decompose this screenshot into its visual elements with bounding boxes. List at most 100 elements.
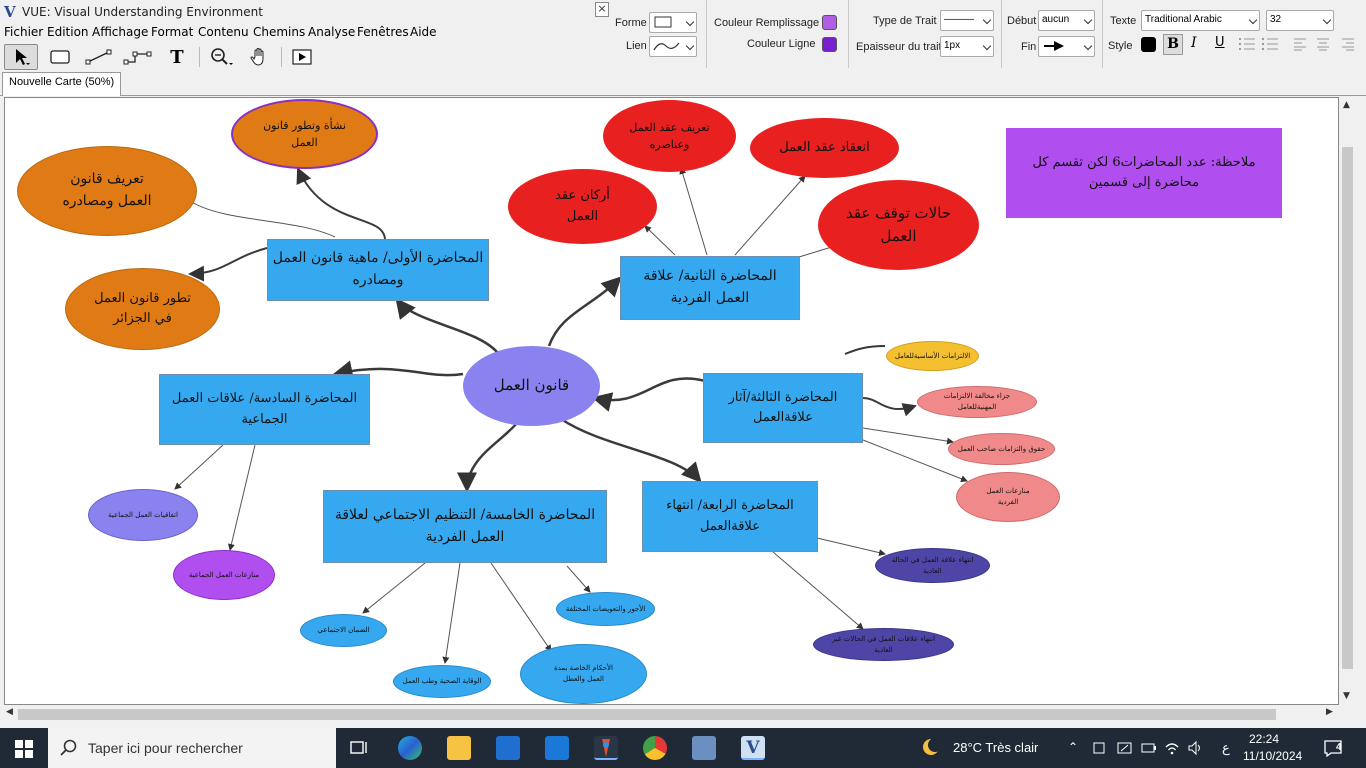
presentation-play-button[interactable] (285, 44, 319, 70)
l6-agreements-node[interactable]: اتفاقيات العمل الجماعية (88, 489, 198, 541)
lien-combo[interactable] (649, 36, 697, 57)
text-tool-button[interactable]: T (160, 44, 194, 70)
pinned-app-icon[interactable] (594, 736, 618, 760)
map-canvas[interactable]: قانون العمل ملاحظة: عدد المحاضرات6 لكن ت… (4, 97, 1339, 705)
rectangle-icon (50, 50, 70, 64)
pan-tool-button[interactable] (242, 44, 276, 70)
chrome-browser-icon[interactable] (643, 736, 667, 760)
lecture-2-node[interactable]: المحاضرة الثانية/ علاقة العمل الفردية (620, 256, 800, 320)
l5-health-node[interactable]: الوقاية الصحية وطب العمل (393, 665, 491, 698)
l2-definition-node[interactable]: تعريف عقد العمل وعناصره (603, 100, 736, 172)
scroll-up-icon[interactable]: ▲ (1343, 100, 1350, 110)
lecture-1-node[interactable]: المحاضرة الأولى/ ماهية قانون العمل ومصاد… (267, 239, 489, 301)
l2-pillars-node[interactable]: أركان عقد العمل (508, 169, 657, 244)
l5-working-hours-node[interactable]: الأحكام الخاصة بمدة العمل والعطل (520, 644, 647, 704)
wifi-icon[interactable] (1164, 740, 1180, 756)
battery-icon[interactable] (1141, 741, 1157, 755)
speaker-icon[interactable] (1187, 740, 1203, 756)
zoom-tool-button[interactable] (205, 44, 239, 70)
tab-nouvelle-carte[interactable]: Nouvelle Carte (50%) (2, 72, 122, 96)
chevron-up-icon[interactable]: ⌃ (1068, 740, 1078, 754)
l2-suspension-node[interactable]: حالات توقف عقد العمل (818, 180, 979, 270)
align-left-icon[interactable] (1293, 37, 1307, 51)
font-family-combo[interactable]: Traditional Arabic (1141, 10, 1260, 31)
file-explorer-icon[interactable] (447, 736, 471, 760)
scroll-right-icon[interactable]: ▶ (1326, 707, 1333, 717)
text-color-swatch[interactable] (1141, 37, 1156, 52)
font-size-combo[interactable]: 32 (1266, 10, 1334, 31)
l5-social-security-node[interactable]: الضمان الاجتماعي (300, 614, 387, 647)
bold-button[interactable]: B (1163, 34, 1183, 55)
l3-employer-node[interactable]: حقوق والتزامات صاحب العمل (948, 433, 1055, 465)
lecture-5-node[interactable]: المحاضرة الخامسة/ التنظيم الاجتماعي لعلا… (323, 490, 607, 563)
menu-fenetres[interactable]: Fenêtres (357, 25, 409, 39)
utility-app-icon[interactable] (692, 736, 716, 760)
link-tool-button[interactable] (82, 44, 116, 70)
l1-algeria-node[interactable]: تطور قانون العمل في الجزائر (65, 268, 220, 350)
menu-analyse[interactable]: Analyse (308, 25, 355, 39)
fill-color-swatch[interactable] (822, 15, 837, 30)
shape-tool-button[interactable] (43, 44, 77, 70)
menu-chemins[interactable]: Chemins (253, 25, 305, 39)
menu-format[interactable]: Format (151, 25, 193, 39)
italic-button[interactable]: I (1191, 35, 1197, 51)
epaisseur-combo[interactable]: 1px (940, 36, 994, 57)
vertical-scrollbar[interactable]: ▲ ▼ (1339, 97, 1358, 705)
align-right-icon[interactable] (1341, 37, 1355, 51)
edge-browser-icon[interactable] (398, 736, 422, 760)
menu-edition[interactable]: Edition (47, 25, 89, 39)
pen-icon[interactable] (1117, 741, 1133, 755)
line-color-swatch[interactable] (822, 37, 837, 52)
map-tab-strip: Nouvelle Carte (50%) (0, 70, 1366, 96)
task-view-icon[interactable] (350, 739, 370, 757)
l1-definition-node[interactable]: تعريف قانون العمل ومصادره (17, 146, 197, 236)
forme-combo[interactable] (649, 12, 697, 33)
microsoft-store-icon[interactable] (496, 736, 520, 760)
mail-icon[interactable] (545, 736, 569, 760)
selection-tool-button[interactable] (4, 44, 38, 70)
note-node[interactable]: ملاحظة: عدد المحاضرات6 لكن تقسم كل محاضر… (1006, 128, 1282, 218)
l5-wages-node[interactable]: الأجور والتعويضات المختلفة (556, 592, 655, 626)
numbered-list-icon[interactable] (1238, 37, 1256, 51)
weather-moon-icon[interactable] (920, 736, 944, 760)
align-center-icon[interactable] (1316, 37, 1330, 51)
taskbar-search-box[interactable]: Taper ici pour rechercher (48, 728, 336, 768)
scroll-left-icon[interactable]: ◀ (6, 707, 13, 717)
l4-normal-end-node[interactable]: انتهاء علاقة العمل في الحالة العادية (875, 548, 990, 583)
menu-fichier[interactable]: Fichier (4, 25, 43, 39)
menu-contenu[interactable]: Contenu (198, 25, 249, 39)
l3-disputes-node[interactable]: منازعات العمل الفردية (956, 472, 1060, 522)
debut-combo[interactable]: aucun (1038, 10, 1095, 31)
l3-worker-duties-node[interactable]: الالتزامات الأساسيةللعامل (886, 341, 979, 371)
windows-start-icon[interactable] (15, 740, 33, 758)
texte-label: Texte (1110, 15, 1137, 27)
underline-button[interactable]: U (1215, 35, 1225, 50)
scroll-down-icon[interactable]: ▼ (1343, 691, 1350, 701)
l4-abnormal-end-node[interactable]: انتهاء علاقات العمل في الحالات غير العاد… (813, 628, 954, 661)
l2-formation-node[interactable]: انعقاد عقد العمل (750, 118, 899, 178)
horizontal-scrollbar[interactable]: ◀ ▶ (4, 705, 1339, 723)
lecture-6-node[interactable]: المحاضرة السادسة/ علاقات العمل الجماعية (159, 374, 370, 445)
fin-combo[interactable] (1038, 36, 1095, 57)
type-trait-combo[interactable]: ——— (940, 10, 994, 31)
vertical-scroll-thumb[interactable] (1342, 147, 1353, 669)
curve-link-tool-button[interactable] (121, 44, 155, 70)
vue-app-icon[interactable]: V (741, 736, 765, 760)
menu-aide[interactable]: Aide (410, 25, 437, 39)
horizontal-scroll-thumb[interactable] (18, 709, 1276, 720)
weather-text[interactable]: 28°C Très clair (953, 740, 1038, 755)
l6-collective-disputes-node[interactable]: منازعات العمل الجماعية (173, 550, 275, 600)
lecture-3-node[interactable]: المحاضرة الثالثة/آثار علاقةالعمل (703, 373, 863, 443)
center-node[interactable]: قانون العمل (463, 346, 600, 426)
lecture-4-node[interactable]: المحاضرة الرابعة/ انتهاء علاقةالعمل (642, 481, 818, 552)
l1-origin-node[interactable]: نشأة وتطور قانون العمل (231, 99, 378, 169)
clock-time[interactable]: 22:24 (1249, 732, 1279, 746)
language-indicator[interactable]: ع (1222, 740, 1230, 756)
network-device-icon[interactable] (1092, 741, 1106, 755)
menu-affichage[interactable]: Affichage (92, 25, 148, 39)
bullet-list-icon[interactable] (1261, 37, 1279, 51)
l3-penalty-node[interactable]: جزاء مخالفة الالتزامات المهنيةللعامل (917, 386, 1037, 418)
close-panel-button[interactable]: × (595, 2, 609, 17)
clock-date[interactable]: 11/10/2024 (1243, 749, 1302, 763)
windows-taskbar: Taper ici pour rechercher V 28°C Très cl… (0, 728, 1366, 768)
